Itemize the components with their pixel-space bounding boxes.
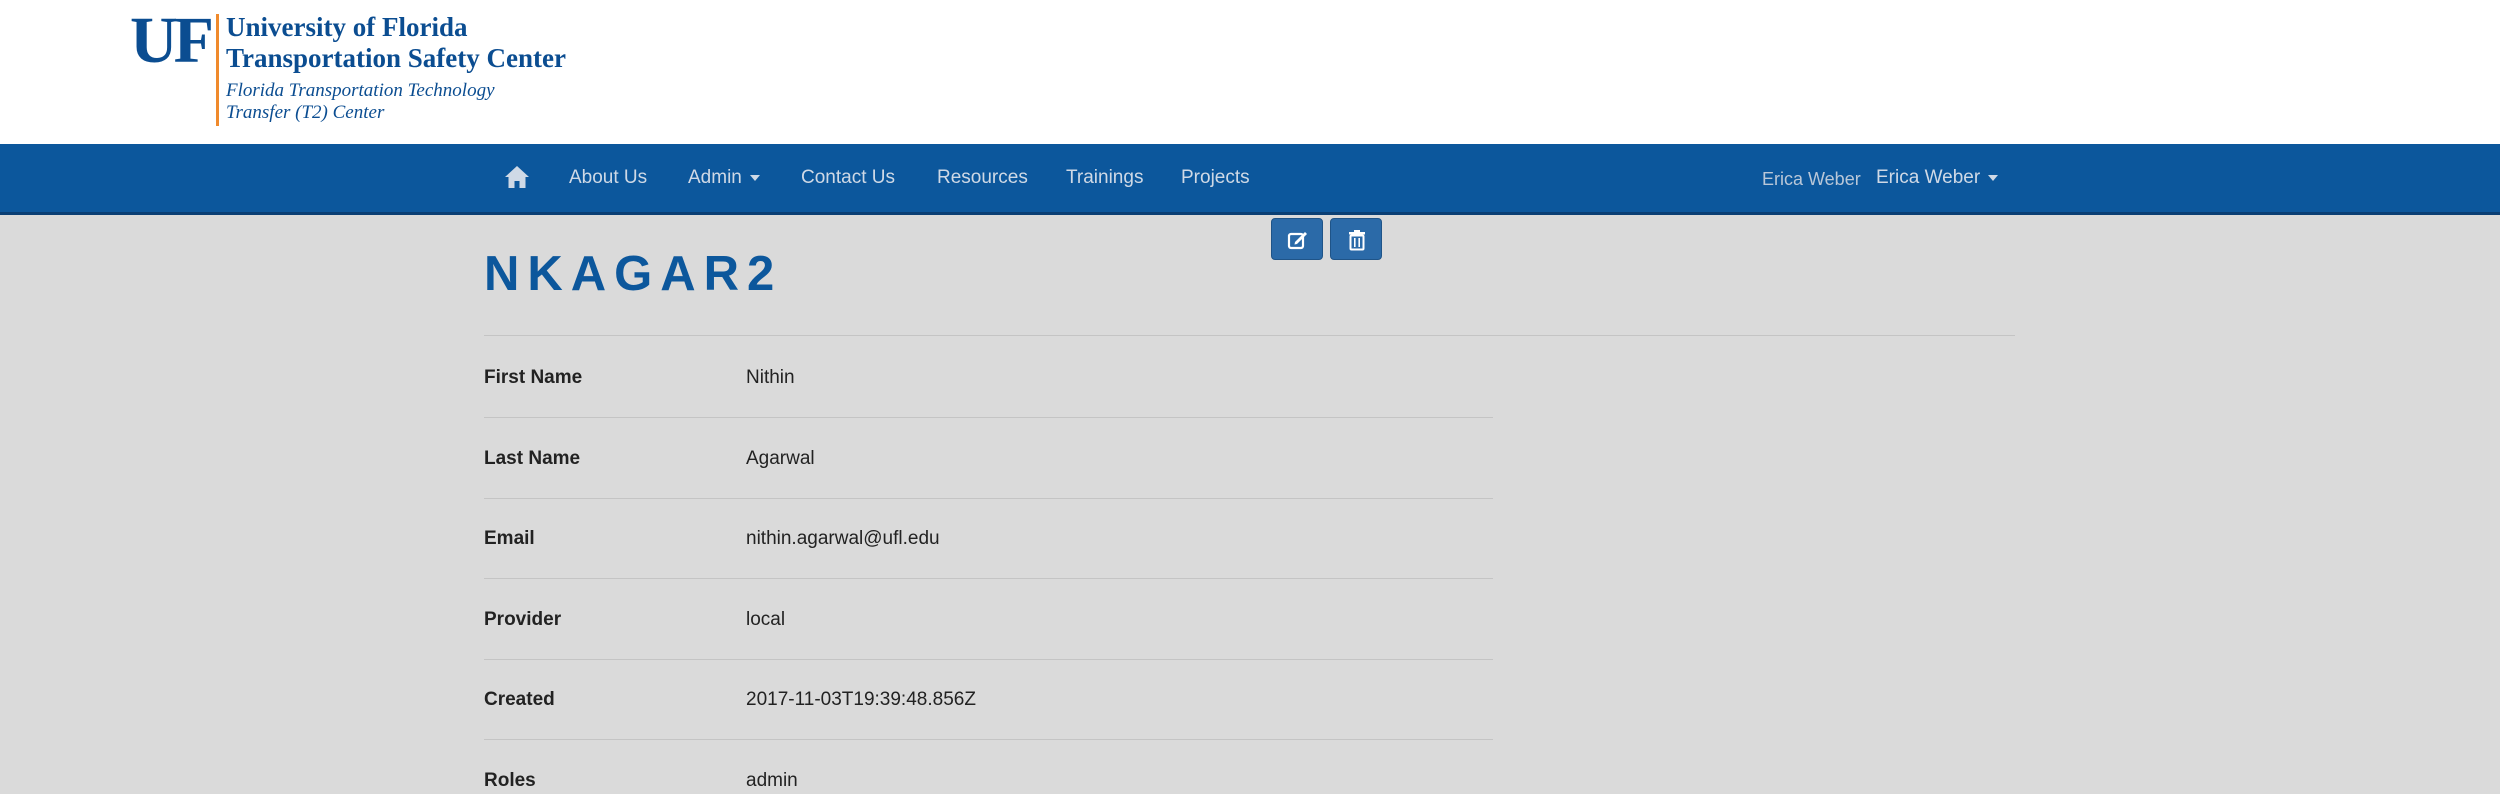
navbar-user-name: Erica Weber [1762, 169, 1861, 189]
logo-divider [216, 14, 219, 126]
user-menu-label: Erica Weber [1876, 167, 1981, 188]
nav-trainings[interactable]: Trainings [1066, 144, 1143, 212]
logo-subtitle-line2: Transfer (T2) Center [226, 102, 385, 123]
chevron-down-icon [749, 174, 760, 181]
detail-row-first-name: First Name Nithin [484, 337, 1493, 418]
delete-button[interactable] [1330, 218, 1382, 260]
detail-row-last-name: Last Name Agarwal [484, 418, 1493, 499]
detail-row-roles: Roles admin [484, 740, 1493, 794]
nav-resources[interactable]: Resources [937, 144, 1028, 212]
trash-icon [1349, 230, 1365, 251]
main-navbar: About Us Admin Contact Us Resources Trai… [0, 144, 2500, 215]
detail-value: 2017-11-03T19:39:48.856Z [746, 689, 976, 710]
detail-value: Nithin [746, 367, 795, 388]
logo-title-line1: University of Florida [226, 12, 468, 42]
nav-admin-dropdown[interactable]: Admin [688, 144, 760, 212]
detail-value: local [746, 609, 786, 630]
detail-row-email: Email nithin.agarwal@ufl.edu [484, 498, 1493, 579]
detail-label: Provider [484, 609, 562, 630]
detail-value: Agarwal [746, 448, 815, 469]
title-divider [484, 335, 2015, 336]
edit-icon [1287, 232, 1307, 250]
detail-value: admin [746, 770, 798, 791]
detail-label: First Name [484, 367, 583, 388]
detail-row-created: Created 2017-11-03T19:39:48.856Z [484, 659, 1493, 740]
nav-admin-label: Admin [688, 167, 742, 188]
user-menu-dropdown[interactable]: Erica Weber [1876, 144, 1999, 212]
detail-row-provider: Provider local [484, 579, 1493, 660]
detail-label: Last Name [484, 448, 581, 469]
detail-label: Roles [484, 770, 536, 791]
page-title: NKAGAR2 [484, 247, 783, 301]
logo-title-line2: Transportation Safety Center [226, 43, 566, 73]
home-icon[interactable] [504, 164, 530, 190]
edit-button[interactable] [1271, 218, 1323, 260]
detail-label: Created [484, 689, 555, 710]
nav-about-us[interactable]: About Us [569, 144, 647, 212]
nav-contact-us[interactable]: Contact Us [801, 144, 895, 212]
nav-projects[interactable]: Projects [1181, 144, 1250, 212]
uf-logo-mark: UF [130, 4, 214, 77]
site-header: UF University of Florida Transportation … [0, 0, 2500, 144]
chevron-down-icon [1988, 174, 1999, 181]
detail-value: nithin.agarwal@ufl.edu [746, 528, 940, 549]
detail-label: Email [484, 528, 535, 549]
logo-subtitle-line1: Florida Transportation Technology [226, 80, 495, 101]
